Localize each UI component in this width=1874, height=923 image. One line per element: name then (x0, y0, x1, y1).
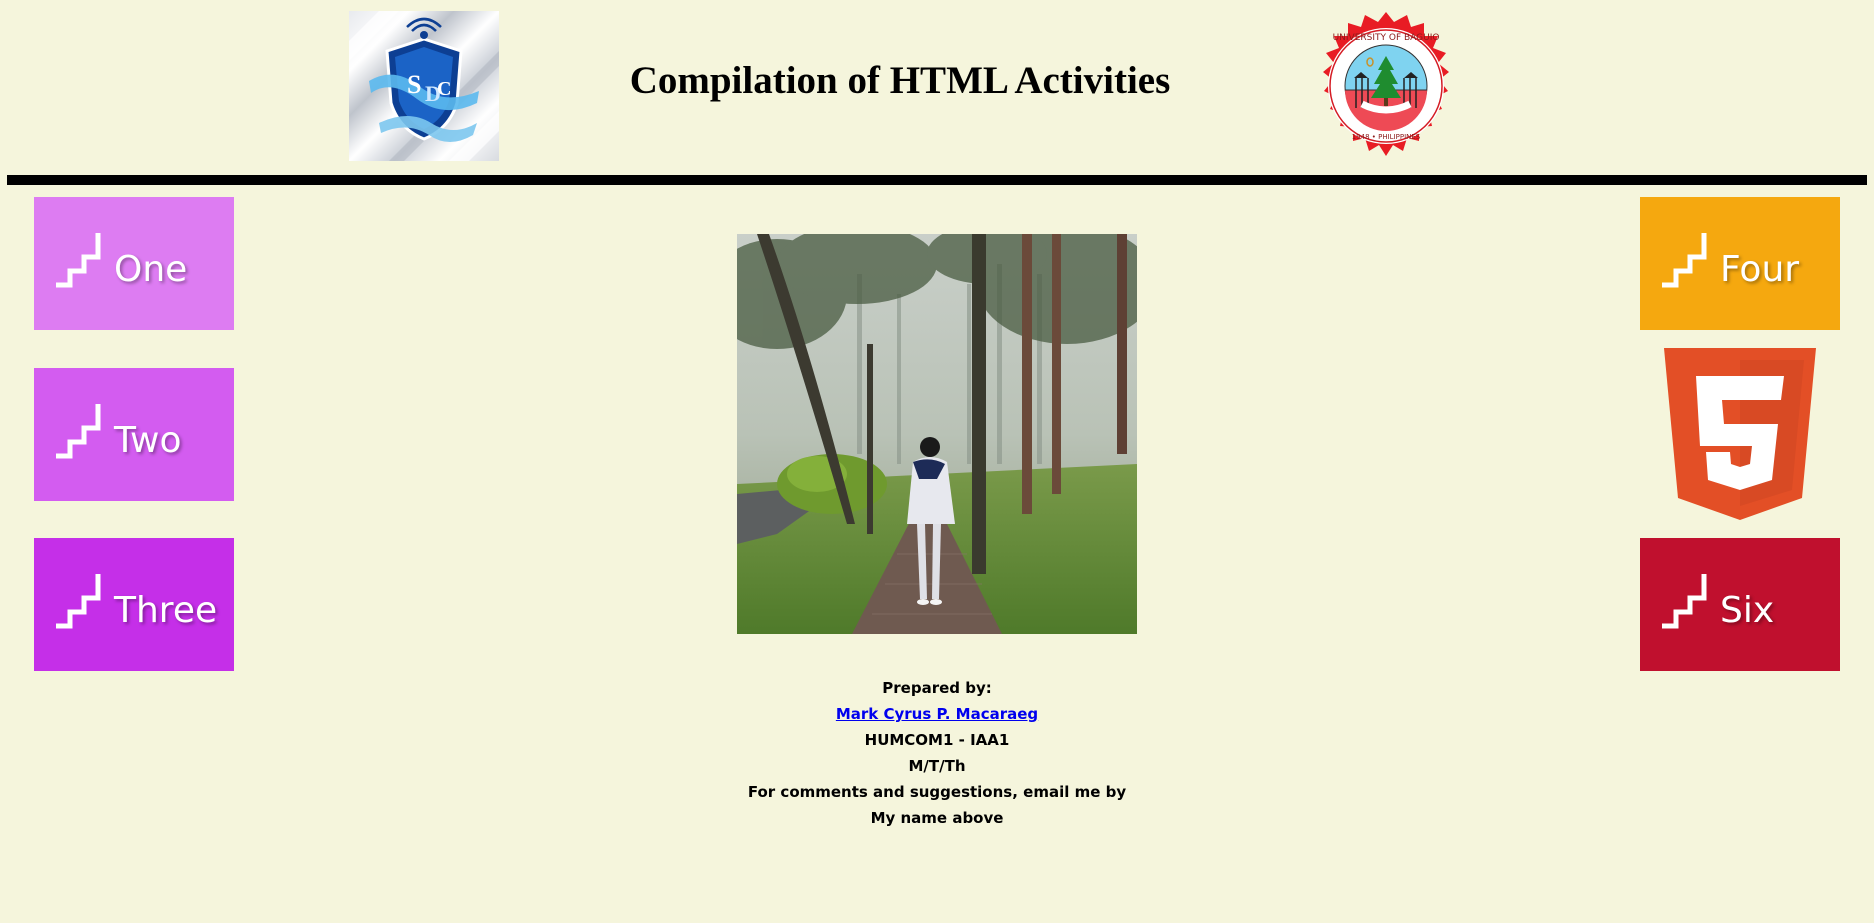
activity-three-label: Three (114, 590, 218, 631)
stairs-icon (56, 404, 101, 459)
activity-one-button[interactable]: One (34, 197, 234, 330)
schedule-label: M/T/Th (908, 757, 966, 775)
university-seal-logo: UNIVERSITY OF BAGUIO 1948 • PHILIPPINES (1311, 11, 1461, 161)
svg-text:1948 • PHILIPPINES: 1948 • PHILIPPINES (1352, 133, 1421, 141)
footer: Prepared by: Mark Cyrus P. Macaraeg HUMC… (637, 675, 1237, 831)
activity-two-label: Two (114, 420, 182, 461)
svg-text:C: C (437, 78, 451, 100)
prepared-by-label: Prepared by: (882, 679, 992, 697)
author-link[interactable]: Mark Cyrus P. Macaraeg (836, 705, 1038, 723)
activity-two-button[interactable]: Two (34, 368, 234, 501)
activity-one-label: One (114, 249, 188, 290)
comment-line: For comments and suggestions, email me b… (747, 783, 1127, 801)
course-label: HUMCOM1 - IAA1 (864, 731, 1010, 749)
forest-path-photo (737, 234, 1137, 634)
stairs-icon (56, 574, 101, 629)
svg-text:UNIVERSITY OF BAGUIO: UNIVERSITY OF BAGUIO (1333, 33, 1440, 43)
activity-four-button[interactable]: Four (1640, 197, 1840, 330)
header-divider (7, 175, 1867, 185)
activity-three-button[interactable]: Three (34, 538, 234, 671)
sdc-logo: S D C (349, 11, 499, 161)
html5-icon[interactable] (1664, 348, 1816, 520)
stairs-icon (1662, 574, 1707, 629)
svg-text:S: S (407, 70, 421, 99)
page-title: Compilation of HTML Activities (629, 59, 1171, 102)
stairs-icon (56, 233, 101, 288)
activity-six-button[interactable]: Six (1640, 538, 1840, 671)
stairs-icon (1662, 233, 1707, 288)
comment-line-2: My name above (870, 809, 1004, 827)
activity-six-label: Six (1720, 590, 1775, 631)
activity-four-label: Four (1720, 249, 1800, 290)
